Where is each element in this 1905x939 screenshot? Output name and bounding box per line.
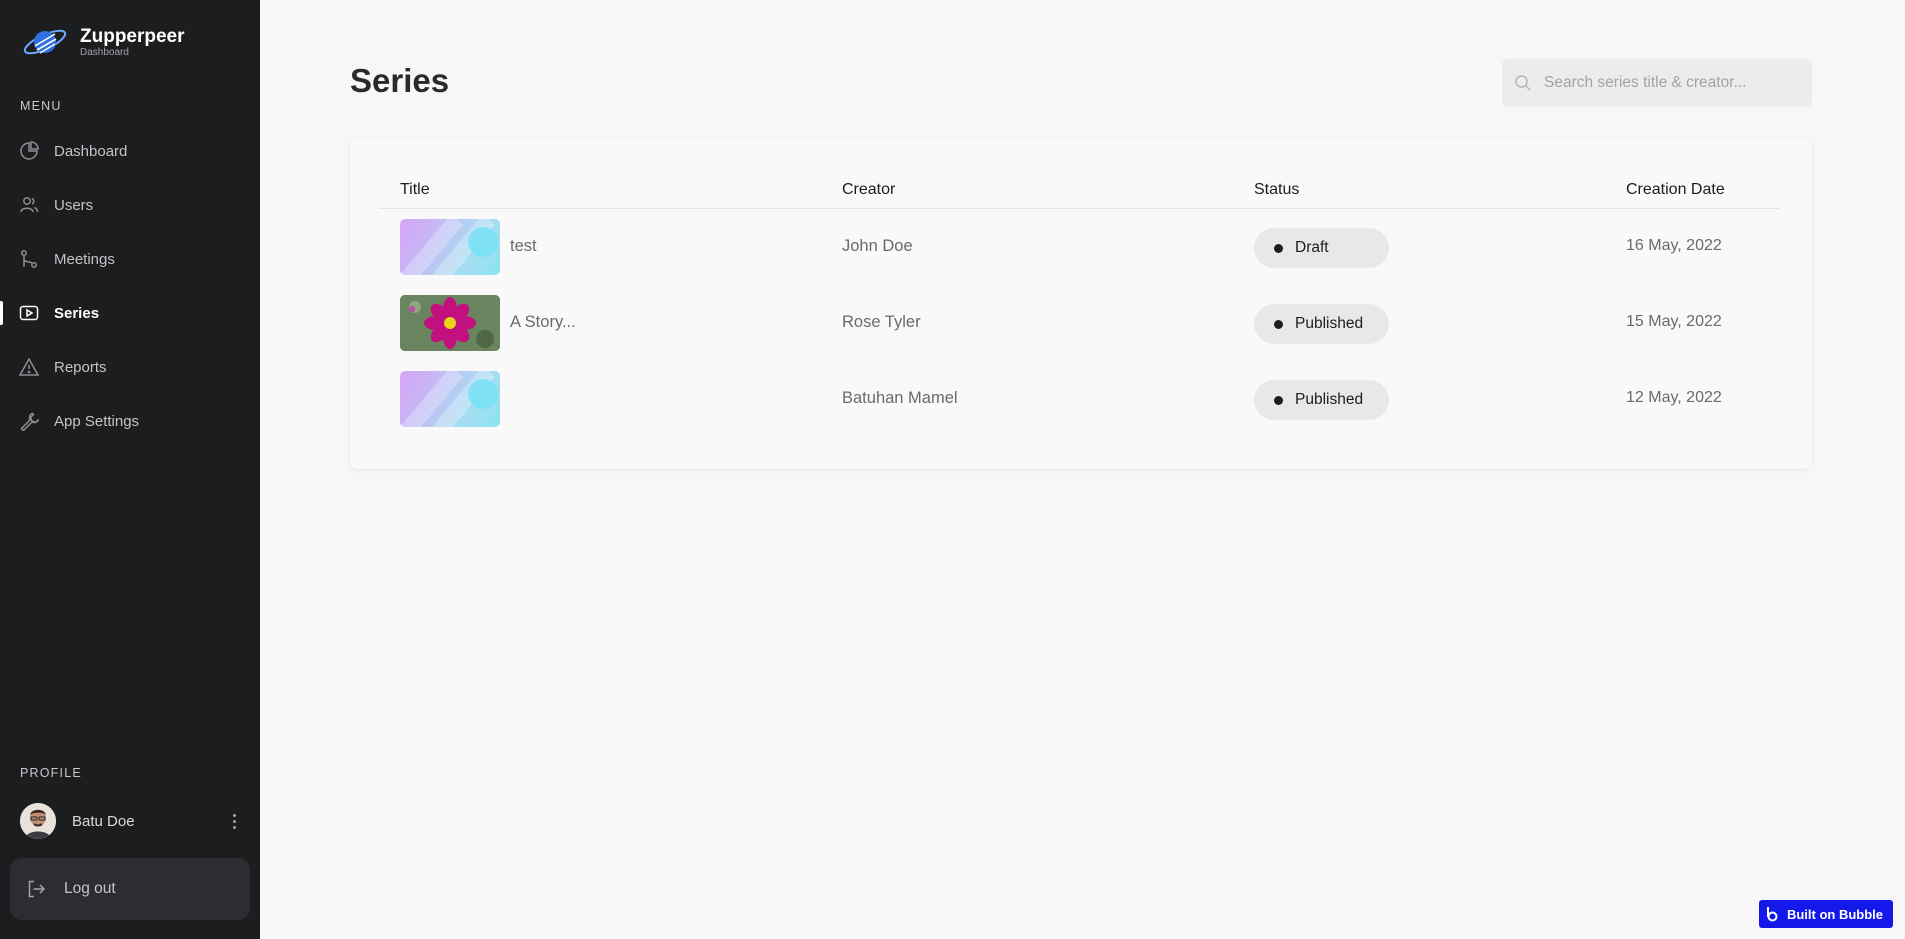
sidebar-item-dashboard[interactable]: Dashboard (0, 124, 260, 178)
brand-name: Zupperpeer (80, 25, 185, 47)
page-title: Series (350, 62, 450, 99)
sidebar-item-users[interactable]: Users (0, 178, 260, 232)
profile-section-label: PROFILE (20, 766, 82, 780)
logout-label: Log out (64, 880, 116, 897)
main-content: Series Title Creator Status Creation Dat… (260, 0, 1905, 939)
search-box[interactable] (1502, 59, 1812, 107)
table-row[interactable]: A Story... Rose Tyler Published 15 May, … (378, 286, 1780, 362)
wrench-icon (18, 410, 40, 432)
pie-chart-icon (18, 140, 40, 162)
table-row[interactable]: test John Doe Draft 16 May, 2022 (378, 210, 1780, 286)
sidebar-item-label: Meetings (54, 250, 115, 268)
brand-subtitle: Dashboard (80, 46, 129, 58)
sidebar-item-label: App Settings (54, 412, 140, 430)
series-creator: John Doe (842, 237, 913, 255)
users-icon (18, 194, 40, 216)
series-title[interactable]: test (510, 237, 537, 256)
planet-logo-icon (23, 29, 67, 55)
status-badge: Published (1254, 304, 1389, 344)
sidebar-item-label: Users (54, 196, 94, 214)
column-header-status[interactable]: Status (1254, 181, 1299, 199)
search-input[interactable] (1544, 74, 1794, 92)
series-title[interactable]: A Story... (510, 313, 576, 332)
play-video-icon (18, 302, 40, 324)
profile-row[interactable]: Batu Doe (20, 802, 242, 840)
sidebar-item-label: Dashboard (54, 142, 128, 160)
column-header-creator[interactable]: Creator (842, 181, 895, 199)
badge-label: Built on Bubble (1786, 906, 1883, 922)
status-label: Published (1295, 391, 1364, 408)
series-creator: Batuhan Mamel (842, 389, 958, 407)
built-on-bubble-badge[interactable]: Built on Bubble (1758, 900, 1893, 928)
creation-date: 16 May, 2022 (1626, 237, 1722, 254)
series-table-card: Title Creator Status Creation Date test … (350, 139, 1812, 469)
status-dot-icon (1274, 243, 1283, 253)
brand[interactable]: Zupperpeer Dashboard (20, 24, 185, 60)
logout-icon (26, 878, 48, 900)
sidebar-nav: Dashboard Users Meetings Series Reports … (0, 124, 260, 448)
status-label: Published (1295, 315, 1364, 332)
sidebar: Zupperpeer Dashboard MENU Dashboard User… (0, 0, 260, 939)
status-dot-icon (1274, 319, 1283, 329)
more-options-icon[interactable] (226, 809, 242, 833)
sidebar-item-meetings[interactable]: Meetings (0, 232, 260, 286)
series-thumbnail[interactable] (400, 219, 500, 275)
creation-date: 12 May, 2022 (1626, 389, 1722, 406)
avatar[interactable] (20, 803, 56, 839)
series-creator: Rose Tyler (842, 313, 921, 331)
profile-name: Batu Doe (72, 812, 135, 830)
warning-triangle-icon (18, 356, 40, 378)
status-badge: Draft (1254, 228, 1389, 268)
sidebar-item-app-settings[interactable]: App Settings (0, 394, 260, 448)
table-row[interactable]: Batuhan Mamel Published 12 May, 2022 (378, 362, 1780, 438)
creation-date: 15 May, 2022 (1626, 313, 1722, 330)
app-root: Zupperpeer Dashboard MENU Dashboard User… (0, 0, 1905, 939)
column-header-title[interactable]: Title (400, 181, 430, 199)
table-header: Title Creator Status Creation Date (378, 171, 1780, 209)
sidebar-item-label: Reports (54, 358, 107, 376)
sidebar-item-label: Series (54, 304, 100, 322)
series-thumbnail[interactable] (400, 371, 500, 427)
status-label: Draft (1295, 239, 1329, 256)
status-dot-icon (1274, 395, 1283, 405)
sidebar-item-reports[interactable]: Reports (0, 340, 260, 394)
search-icon (1514, 74, 1532, 92)
status-badge: Published (1254, 380, 1389, 420)
column-header-creation-date[interactable]: Creation Date (1626, 181, 1725, 199)
sidebar-item-series[interactable]: Series (0, 286, 260, 340)
logout-button[interactable]: Log out (10, 858, 250, 920)
menu-section-label: MENU (20, 99, 62, 113)
series-thumbnail[interactable] (400, 295, 500, 351)
bubble-logo-icon (1765, 906, 1781, 922)
git-branch-icon (18, 248, 40, 270)
